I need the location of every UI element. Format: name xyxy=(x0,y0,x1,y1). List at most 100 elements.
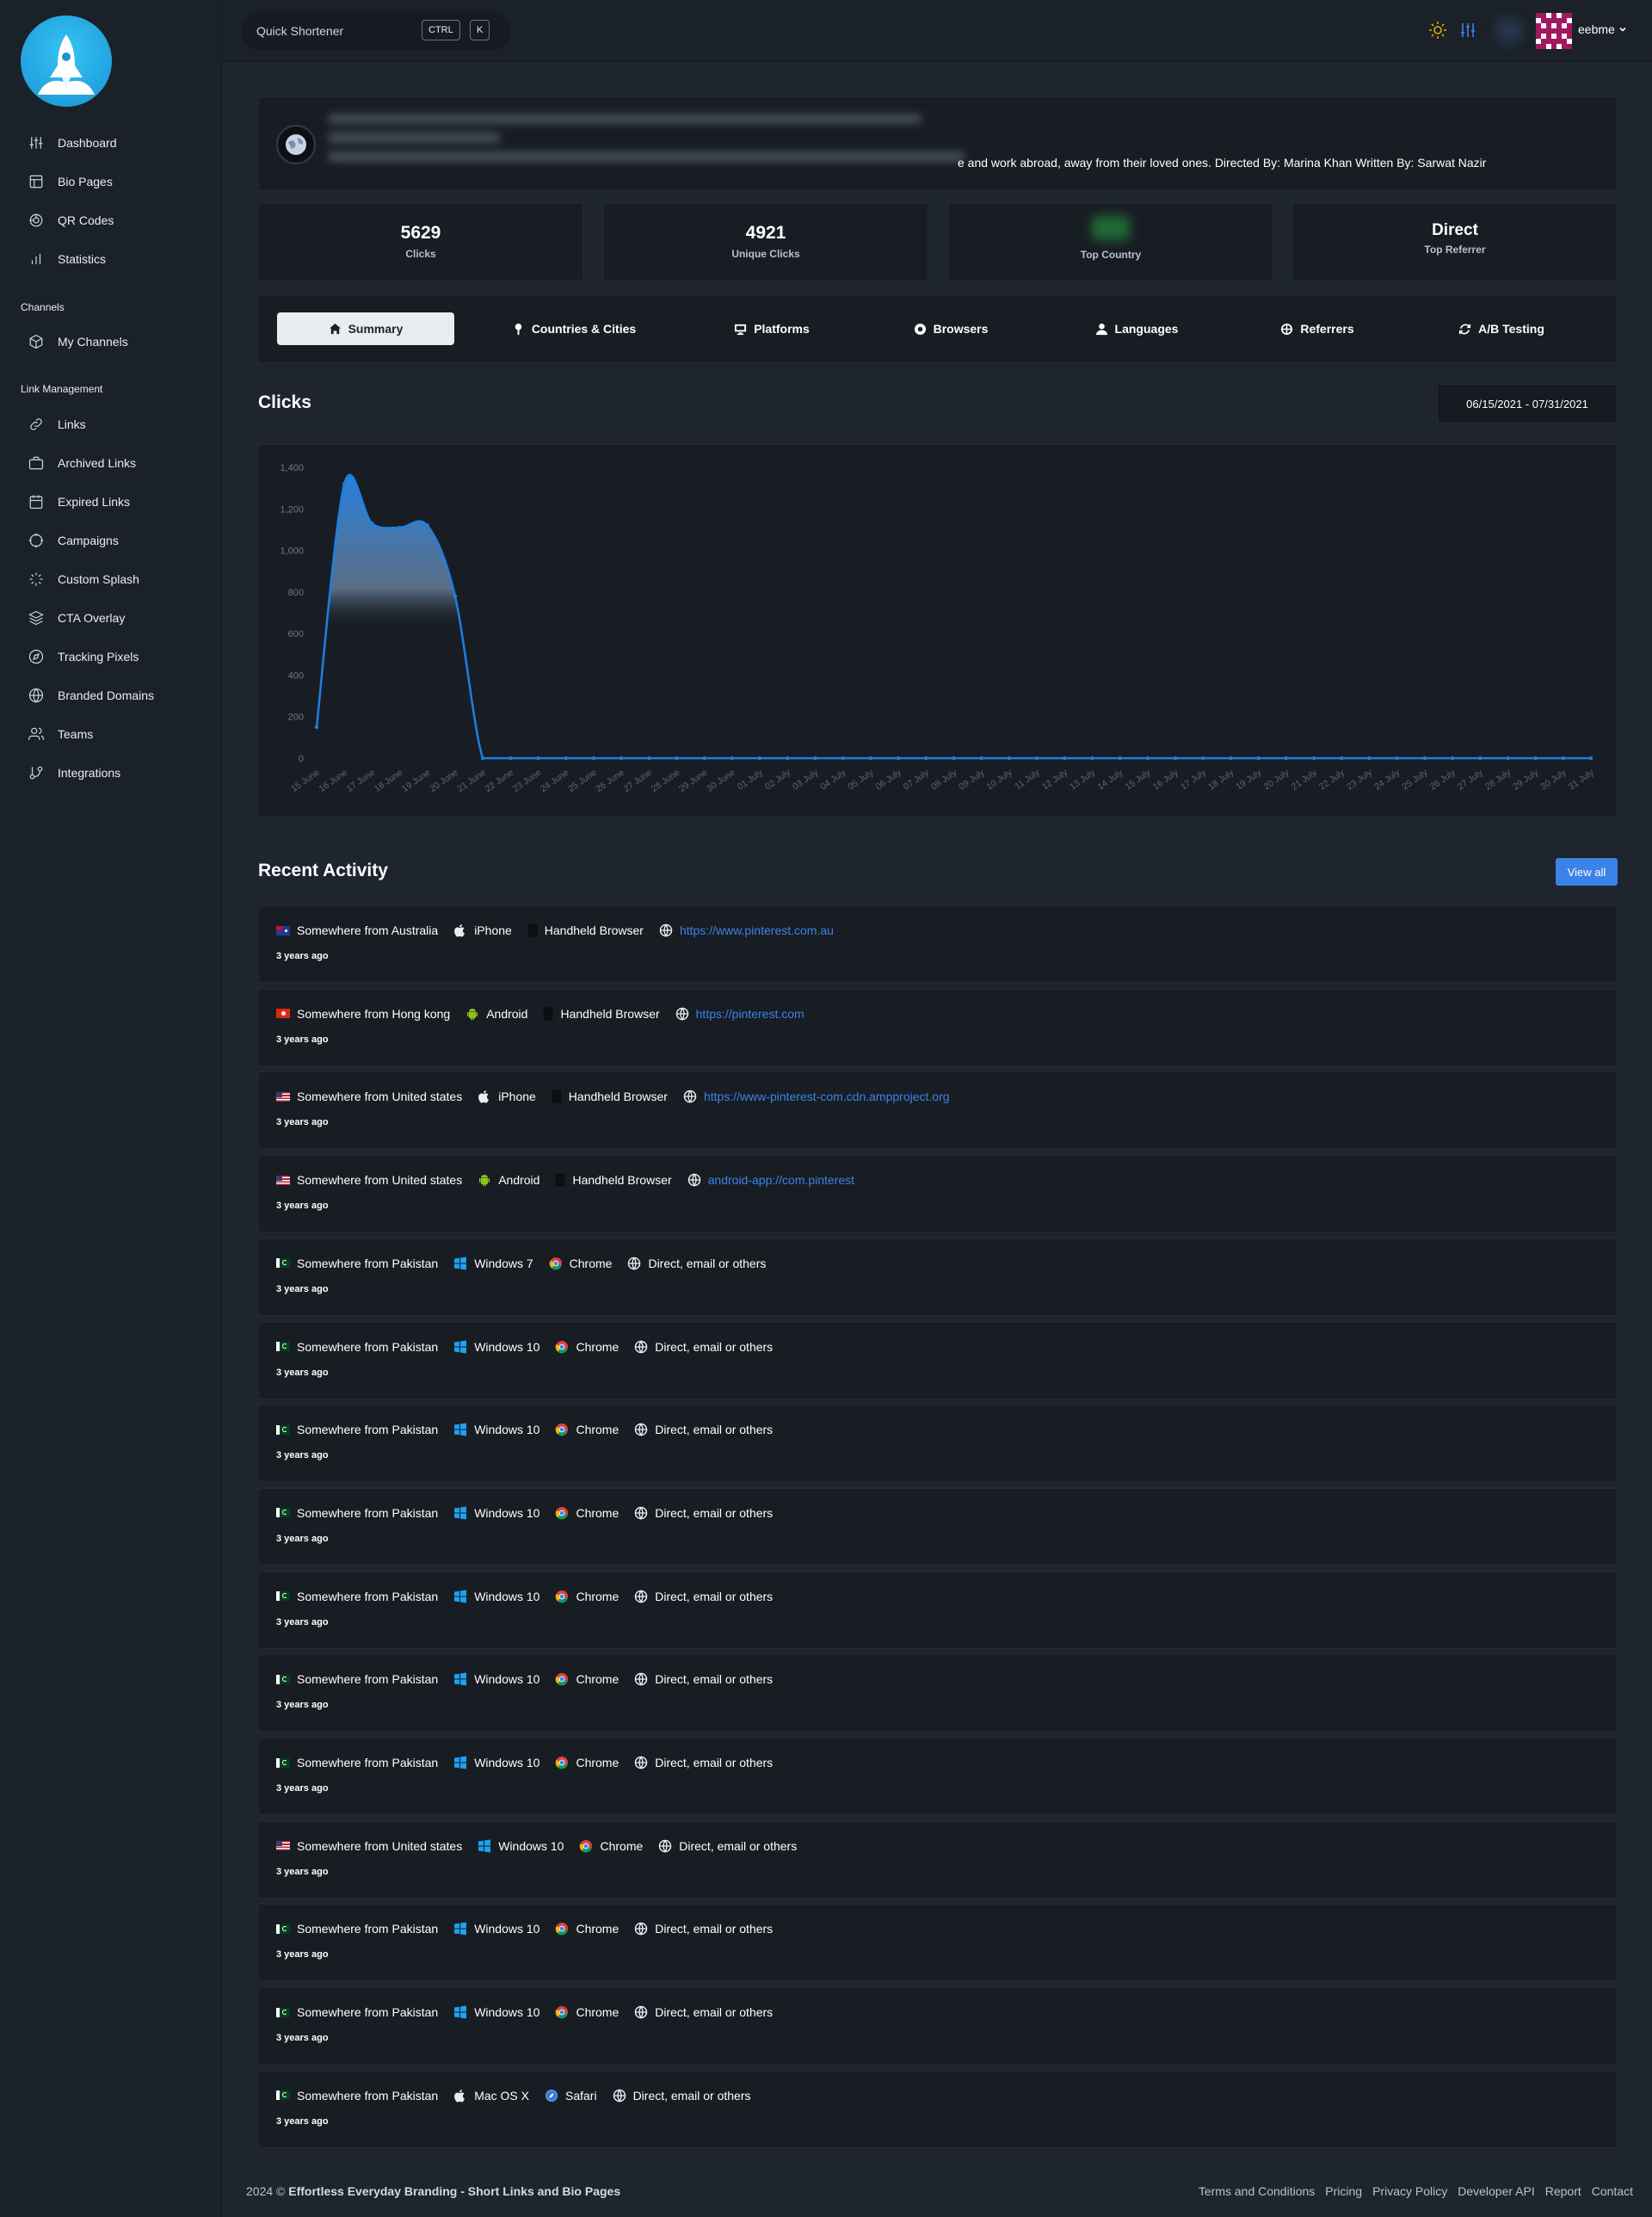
chart-point[interactable] xyxy=(1422,756,1427,761)
activity-referrer[interactable]: https://www.pinterest.com.au xyxy=(680,923,834,937)
chart-point[interactable] xyxy=(896,756,901,761)
tab-summary[interactable]: Summary xyxy=(277,312,454,345)
activity-referrer: Direct, email or others xyxy=(655,1589,774,1603)
activity-location: Somewhere from Pakistan xyxy=(297,1589,439,1603)
chart-point[interactable] xyxy=(841,756,845,761)
chart-point[interactable] xyxy=(1118,756,1122,761)
chrome-icon xyxy=(556,2006,569,2019)
chart-point[interactable] xyxy=(1201,756,1205,761)
date-range-picker[interactable]: 06/15/2021 - 07/31/2021 xyxy=(1437,384,1618,423)
sidebar-item-branded-domains[interactable]: Branded Domains xyxy=(28,684,154,707)
chart-point[interactable] xyxy=(619,756,624,761)
footer-link-report[interactable]: Report xyxy=(1545,2184,1581,2198)
chart-point[interactable] xyxy=(675,756,679,761)
footer-link-pricing[interactable]: Pricing xyxy=(1325,2184,1362,2198)
footer-link-contact[interactable]: Contact xyxy=(1592,2184,1633,2198)
chart-point[interactable] xyxy=(564,756,568,761)
sidebar-item-cta-overlay[interactable]: CTA Overlay xyxy=(28,607,125,629)
rocket-logo-icon[interactable] xyxy=(21,15,112,107)
chart-point[interactable] xyxy=(370,521,374,526)
sidebar-item-teams[interactable]: Teams xyxy=(28,723,93,745)
view-all-button[interactable]: View all xyxy=(1556,858,1618,886)
chart-point[interactable] xyxy=(314,725,319,729)
sun-icon[interactable] xyxy=(1428,21,1447,40)
chart-point[interactable] xyxy=(924,756,928,761)
chart-point[interactable] xyxy=(813,756,817,761)
chart-point[interactable] xyxy=(1478,756,1482,761)
chart-point[interactable] xyxy=(1395,756,1399,761)
sidebar-item-my-channels[interactable]: My Channels xyxy=(28,330,128,353)
activity-details: Somewhere from United states Windows 10 Ch… xyxy=(276,1839,812,1853)
chart-point[interactable] xyxy=(979,756,983,761)
notification-avatar[interactable] xyxy=(1490,12,1528,50)
chart-point[interactable] xyxy=(1173,756,1178,761)
tab-browsers[interactable]: Browsers xyxy=(873,312,1028,345)
chart-point[interactable] xyxy=(1450,756,1455,761)
chart-point[interactable] xyxy=(536,756,540,761)
activity-referrer[interactable]: https://pinterest.com xyxy=(696,1007,804,1021)
activity-browser: Handheld Browser xyxy=(560,1006,660,1021)
chart-point[interactable] xyxy=(1063,756,1067,761)
tab-platforms[interactable]: Platforms xyxy=(694,312,849,345)
sidebar-item-expired-links[interactable]: Expired Links xyxy=(28,491,130,513)
activity-details: Somewhere from United states iPhone Handhe… xyxy=(276,1090,965,1103)
chart-point[interactable] xyxy=(702,756,706,761)
footer-brand[interactable]: Effortless Everyday Branding - Short Lin… xyxy=(288,2184,620,2198)
sidebar-item-integrations[interactable]: Integrations xyxy=(28,762,120,784)
chart-point[interactable] xyxy=(425,523,429,528)
sidebar-item-qr-codes[interactable]: QR Codes xyxy=(28,209,114,232)
tab-referrers[interactable]: Referrers xyxy=(1240,312,1395,345)
tab-a-b-testing[interactable]: A/B Testing xyxy=(1424,312,1579,345)
loader-icon xyxy=(28,571,45,588)
chart-point[interactable] xyxy=(1588,756,1593,761)
chart-point[interactable] xyxy=(757,756,762,761)
chart-point[interactable] xyxy=(1007,756,1012,761)
chart-point[interactable] xyxy=(1340,756,1344,761)
sidebar-item-bio-pages[interactable]: Bio Pages xyxy=(28,170,113,193)
sidebar-item-links[interactable]: Links xyxy=(28,413,86,435)
footer-link-privacy-policy[interactable]: Privacy Policy xyxy=(1372,2184,1447,2198)
chart-point[interactable] xyxy=(1090,756,1094,761)
chart-point[interactable] xyxy=(1311,756,1316,761)
user-avatar[interactable] xyxy=(1536,13,1572,49)
chart-point[interactable] xyxy=(453,594,458,598)
chart-point[interactable] xyxy=(868,756,873,761)
chart-point[interactable] xyxy=(647,756,651,761)
tab-languages[interactable]: Languages xyxy=(1059,312,1214,345)
chart-point[interactable] xyxy=(1367,756,1372,761)
sidebar-item-custom-splash[interactable]: Custom Splash xyxy=(28,568,139,590)
chart-point[interactable] xyxy=(1034,756,1039,761)
chart-point[interactable] xyxy=(730,756,735,761)
tab-countries-cities[interactable]: Countries & Cities xyxy=(496,312,651,345)
activity-time: 3 years ago xyxy=(276,1283,329,1294)
chart-point[interactable] xyxy=(398,525,402,530)
chart-point[interactable] xyxy=(342,482,347,486)
sidebar-item-tracking-pixels[interactable]: Tracking Pixels xyxy=(28,645,139,668)
activity-referrer[interactable]: android-app://com.pinterest xyxy=(708,1173,854,1187)
chart-point[interactable] xyxy=(1229,756,1233,761)
sidebar-item-campaigns[interactable]: Campaigns xyxy=(28,529,119,552)
sidebar-item-statistics[interactable]: Statistics xyxy=(28,248,106,270)
footer-link-developer-api[interactable]: Developer API xyxy=(1458,2184,1535,2198)
chart-point[interactable] xyxy=(952,756,956,761)
chart-point[interactable] xyxy=(1561,756,1566,761)
chart-point[interactable] xyxy=(786,756,790,761)
activity-referrer[interactable]: https://www-pinterest-com.cdn.ampproject… xyxy=(704,1090,950,1103)
chart-point[interactable] xyxy=(1145,756,1150,761)
chart-point[interactable] xyxy=(1284,756,1289,761)
quick-shortener-button[interactable]: Quick Shortener CTRL K xyxy=(241,12,511,50)
sidebar-item-dashboard[interactable]: Dashboard xyxy=(28,132,117,154)
chart-point[interactable] xyxy=(480,756,485,761)
chart-point[interactable] xyxy=(1256,756,1261,761)
chart-point[interactable] xyxy=(591,756,596,761)
user-menu-button[interactable]: eebme xyxy=(1578,22,1627,36)
footer-link-terms-and-conditions[interactable]: Terms and Conditions xyxy=(1199,2184,1315,2198)
y-tick-label: 1,400 xyxy=(280,463,304,473)
loader-icon xyxy=(29,572,43,586)
windows-icon xyxy=(454,1257,467,1270)
chart-point[interactable] xyxy=(1506,756,1510,761)
chart-point[interactable] xyxy=(1533,756,1538,761)
sliders-icon[interactable] xyxy=(1458,21,1477,40)
chart-point[interactable] xyxy=(509,756,513,761)
sidebar-item-archived-links[interactable]: Archived Links xyxy=(28,452,136,474)
